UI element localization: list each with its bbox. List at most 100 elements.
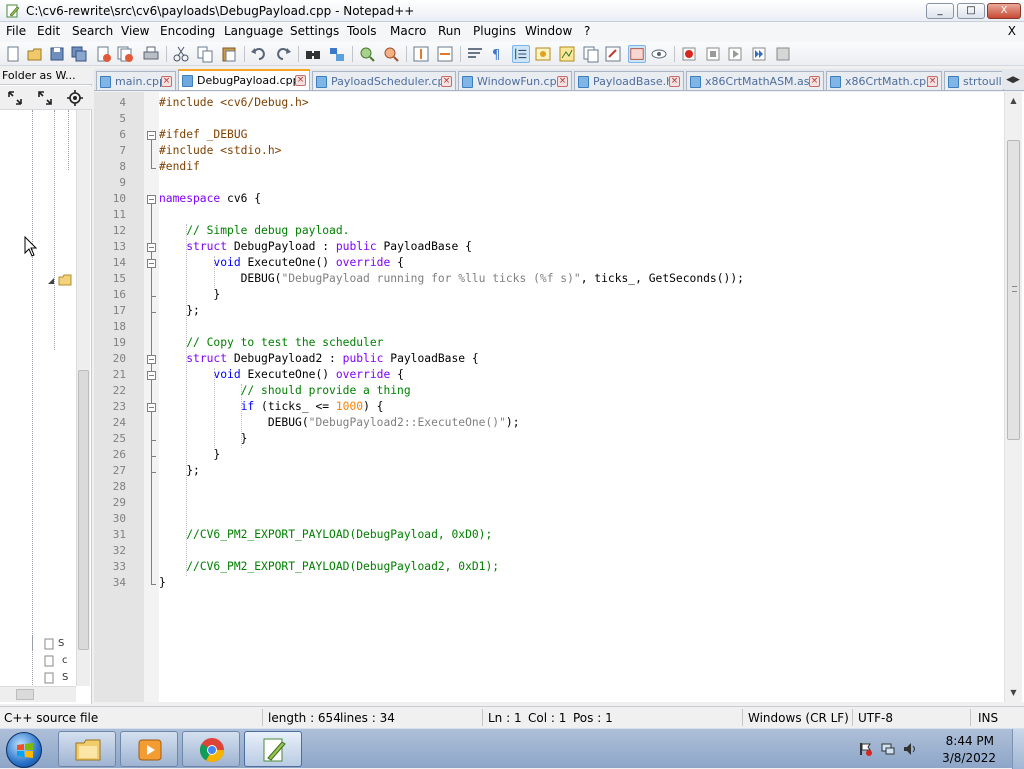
code-area[interactable]: #include <cv6/Debug.h> #ifdef _DEBUG #incl… <box>159 92 1004 702</box>
code-line[interactable]: //CV6_PM2_EXPORT_PAYLOAD(DebugPayload, 0… <box>159 528 492 541</box>
tab-x86crtmath-cpp[interactable]: x86CrtMath.cpp × <box>826 71 942 90</box>
tab-payloadbase-h[interactable]: PayloadBase.h × <box>574 71 684 90</box>
close-button[interactable]: X <box>987 3 1021 19</box>
zoom-in-icon[interactable] <box>358 45 376 63</box>
menu-plugins[interactable]: Plugins <box>473 24 516 38</box>
code-line[interactable]: } <box>159 432 248 445</box>
doc-map-icon[interactable] <box>558 45 576 63</box>
scroll-up-arrow-icon[interactable]: ▲ <box>1005 92 1022 109</box>
code-line[interactable]: // Simple debug payload. <box>159 224 349 237</box>
scrollbar-thumb[interactable] <box>16 689 34 700</box>
tab-close-icon[interactable]: × <box>557 76 568 87</box>
tab-scroll-arrows-icon[interactable]: ◀▶ <box>1002 71 1024 89</box>
menu-tools[interactable]: Tools <box>347 24 377 38</box>
tab-main-cpp[interactable]: main.cpp × <box>96 71 176 90</box>
menu-view[interactable]: View <box>121 24 149 38</box>
find-icon[interactable] <box>304 45 322 63</box>
tab-strtoull[interactable]: strtoull <box>944 71 1004 90</box>
tab-close-icon[interactable]: × <box>669 76 680 87</box>
function-list-icon[interactable] <box>582 45 600 63</box>
panel-vertical-scrollbar[interactable] <box>76 110 90 686</box>
tree-file-label[interactable]: c <box>62 655 68 666</box>
run-macro-multiple-icon[interactable] <box>750 45 768 63</box>
close-icon[interactable] <box>94 45 112 63</box>
code-line[interactable]: void ExecuteOne() override { <box>159 368 403 381</box>
show-desktop-button[interactable] <box>1012 729 1024 769</box>
tab-payloadscheduler-cpp[interactable]: PayloadScheduler.cpp × <box>312 71 456 90</box>
code-line[interactable]: #endif <box>159 160 200 173</box>
tab-windowfun-cpp[interactable]: WindowFun.cpp × <box>458 71 572 90</box>
save-all-icon[interactable] <box>70 45 88 63</box>
paste-icon[interactable] <box>220 45 238 63</box>
code-line[interactable]: void ExecuteOne() override { <box>159 256 403 269</box>
maximize-button[interactable]: □ <box>957 3 985 19</box>
scrollbar-thumb[interactable] <box>1007 140 1020 440</box>
menu-encoding[interactable]: Encoding <box>160 24 215 38</box>
copy-icon[interactable] <box>196 45 214 63</box>
tree-file-label[interactable]: S <box>58 638 64 649</box>
collapse-all-icon[interactable] <box>6 89 24 107</box>
tab-debugpayload-cpp[interactable]: DebugPayload.cpp × <box>178 69 310 90</box>
code-editor[interactable]: 4 5 6 7 8 9 10 11 12 13 14 15 16 17 18 19 20 21 22 23 24 25 26… <box>94 92 1024 702</box>
taskbar-notepad-plus-plus-button[interactable] <box>244 731 302 767</box>
tab-close-icon[interactable]: × <box>809 76 820 87</box>
user-defined-lang-icon[interactable] <box>534 45 552 63</box>
sync-vertical-icon[interactable] <box>412 45 430 63</box>
fold-toggle-icon[interactable] <box>147 131 156 140</box>
editor-vertical-scrollbar[interactable]: ▲ ▼ <box>1004 92 1022 702</box>
code-line[interactable]: } <box>159 448 220 461</box>
fold-toggle-icon[interactable] <box>147 371 156 380</box>
menu-window[interactable]: Window <box>525 24 572 38</box>
code-line[interactable]: #include <stdio.h> <box>159 144 281 157</box>
print-icon[interactable] <box>142 45 160 63</box>
menu-edit[interactable]: Edit <box>37 24 60 38</box>
indent-guide-icon[interactable] <box>512 45 530 63</box>
action-center-icon[interactable] <box>858 741 874 757</box>
fold-toggle-icon[interactable] <box>147 195 156 204</box>
replace-icon[interactable] <box>328 45 346 63</box>
code-line[interactable]: struct DebugPayload : public PayloadBase… <box>159 240 472 253</box>
taskbar-media-player-button[interactable] <box>120 731 178 767</box>
panel-horizontal-scrollbar[interactable] <box>0 686 76 702</box>
code-line[interactable]: // should provide a thing <box>159 384 411 397</box>
fold-toggle-icon[interactable] <box>147 355 156 364</box>
show-all-chars-icon[interactable]: ¶ <box>488 45 506 63</box>
save-macro-icon[interactable] <box>774 45 792 63</box>
redo-icon[interactable] <box>274 45 292 63</box>
taskbar-explorer-button[interactable] <box>58 731 116 767</box>
menu-run[interactable]: Run <box>438 24 461 38</box>
tab-x86crtmathasm-asm[interactable]: x86CrtMathASM.asm × <box>686 71 824 90</box>
new-file-icon[interactable] <box>4 45 22 63</box>
code-line[interactable]: #ifdef _DEBUG <box>159 128 247 141</box>
tab-close-icon[interactable]: × <box>161 76 172 87</box>
code-line[interactable]: }; <box>159 464 200 477</box>
locate-file-icon[interactable] <box>66 89 84 107</box>
clock-time[interactable]: 8:44 PM <box>946 734 994 748</box>
scroll-down-arrow-icon[interactable]: ▼ <box>1005 684 1022 701</box>
network-icon[interactable] <box>880 741 896 757</box>
tree-expand-arrow-icon[interactable] <box>46 276 56 286</box>
clock-date[interactable]: 3/8/2022 <box>942 751 996 765</box>
scrollbar-thumb[interactable] <box>78 370 89 650</box>
menu-macro[interactable]: Macro <box>390 24 426 38</box>
play-macro-icon[interactable] <box>726 45 744 63</box>
tab-close-icon[interactable]: × <box>295 75 306 86</box>
save-icon[interactable] <box>48 45 66 63</box>
folder-tree[interactable]: S c S <box>0 110 76 685</box>
open-file-icon[interactable] <box>26 45 44 63</box>
cut-icon[interactable] <box>172 45 190 63</box>
fold-toggle-icon[interactable] <box>147 259 156 268</box>
word-wrap-icon[interactable] <box>466 45 484 63</box>
code-line[interactable]: // Copy to test the scheduler <box>159 336 383 349</box>
code-line[interactable]: } <box>159 288 220 301</box>
code-line[interactable]: DEBUG("DebugPayload running for %llu tic… <box>159 272 744 285</box>
menu-search[interactable]: Search <box>72 24 113 38</box>
tab-close-icon[interactable]: × <box>927 76 938 87</box>
code-line[interactable]: if (ticks_ <= 1000) { <box>159 400 384 413</box>
menu-language[interactable]: Language <box>224 24 283 38</box>
stop-macro-icon[interactable] <box>704 45 722 63</box>
menu-file[interactable]: File <box>6 24 26 38</box>
minimize-button[interactable]: _ <box>926 3 954 19</box>
close-document-button[interactable]: X <box>1008 24 1016 38</box>
tab-close-icon[interactable]: × <box>441 76 452 87</box>
